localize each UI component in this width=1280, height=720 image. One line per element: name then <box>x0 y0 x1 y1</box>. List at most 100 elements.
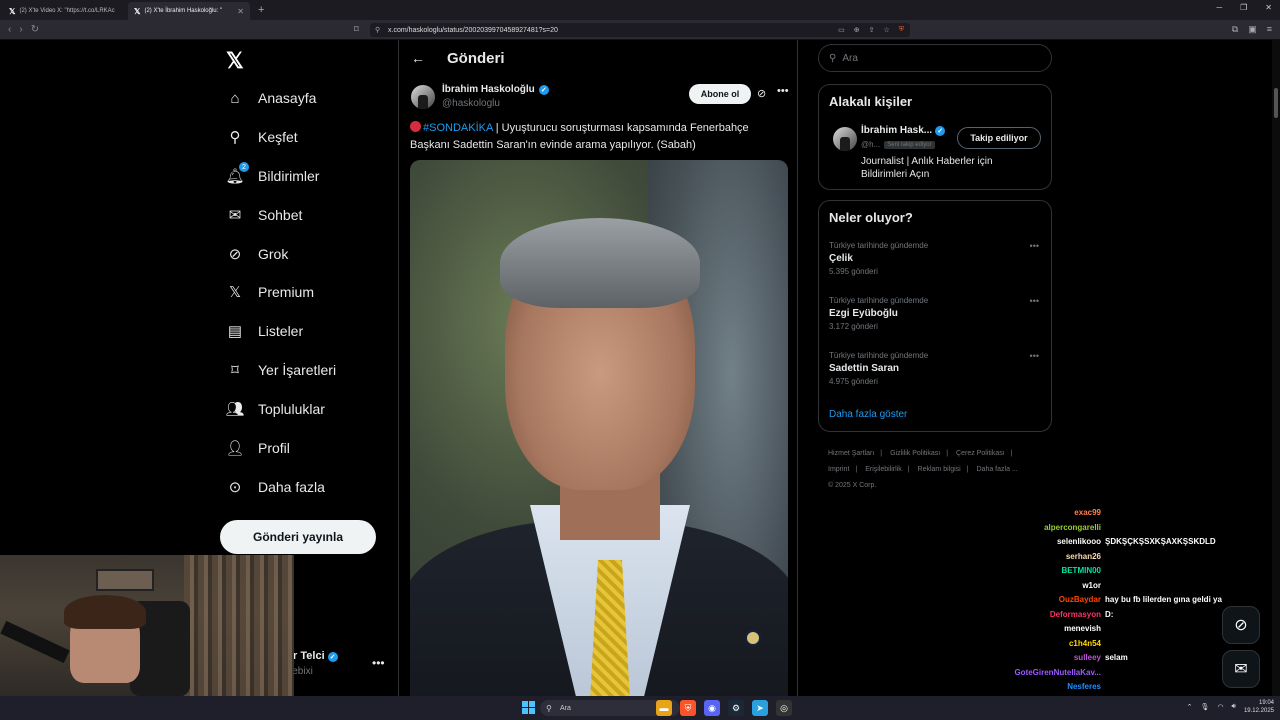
trend-context: Türkiye tarihinde gündemde <box>829 351 929 360</box>
nav-item-chat[interactable]: ✉ Sohbet <box>226 201 303 229</box>
nav-item-lists[interactable]: ▤ Listeler <box>226 317 303 345</box>
post-image[interactable] <box>410 160 788 696</box>
trend-item[interactable]: Türkiye tarihinde gündemde Çelik 5.395 g… <box>829 241 1043 276</box>
chat-username[interactable]: Deformasyon <box>990 610 1105 625</box>
nav-item-bookmarks[interactable]: ⌑ Yer İşaretleri <box>226 356 336 384</box>
sidebar-icon[interactable]: ▣ <box>1248 24 1257 35</box>
nav-item-communities[interactable]: 👥︎ Topluluklar <box>225 395 324 423</box>
trend-count: 3.172 gönderi <box>829 322 878 331</box>
trend-item[interactable]: Türkiye tarihinde gündemde Ezgi Eyüboğlu… <box>829 296 1043 331</box>
brave-browser-icon[interactable]: ⛨ <box>680 700 696 716</box>
chat-username[interactable]: serhan26 <box>990 552 1105 567</box>
bookmark-star-icon[interactable]: ☆ <box>883 26 889 34</box>
chat-username[interactable]: Nesferes <box>990 682 1105 697</box>
system-tray: ⌃ 🎙︎ ◠ 🔊︎ 19:04 19.12.2025 <box>1187 699 1274 715</box>
trend-item[interactable]: Türkiye tarihinde gündemde Sadettin Sara… <box>829 351 1043 386</box>
chat-username[interactable]: OuzBaydar <box>990 595 1105 610</box>
nav-item-grok[interactable]: ⊘ Grok <box>226 240 289 268</box>
new-tab-button[interactable]: + <box>258 4 264 16</box>
tray-expand-icon[interactable]: ⌃ <box>1187 703 1193 711</box>
extensions-icon[interactable]: ⧉ <box>1232 24 1238 35</box>
x-logo-icon[interactable]: 𝕏 <box>226 48 244 74</box>
nav-item-more[interactable]: ⊙ Daha fazla <box>226 473 325 501</box>
brave-shield-icon[interactable]: ⛨ <box>899 26 904 34</box>
wifi-icon[interactable]: ◠ <box>1217 703 1223 711</box>
restore-icon[interactable]: ❐ <box>1240 3 1247 12</box>
bookmark-page-icon[interactable]: ⌑ <box>354 24 359 35</box>
more-icon[interactable]: ••• <box>777 85 789 97</box>
nav-item-notifications[interactable]: 🔔︎ 2 Bildirimler <box>225 162 320 190</box>
obs-icon[interactable]: ◎ <box>776 700 792 716</box>
footer-link[interactable]: Gizlilik Politikası <box>890 450 940 457</box>
steam-icon[interactable]: ⚙ <box>728 700 744 716</box>
nav-item-home[interactable]: ⌂ Anasayfa <box>226 84 316 112</box>
browser-tab[interactable]: 𝕏 (2) X'te Video X: "https://t.co/LRKAc <box>3 2 125 20</box>
tab-label: (2) X'te Video X: "https://t.co/LRKAc <box>19 8 115 14</box>
author-handle[interactable]: @haskologlu <box>442 98 500 109</box>
chat-username[interactable]: menevish <box>990 624 1105 639</box>
author-name[interactable]: İbrahim Haskoloğlu ✓ <box>442 84 549 95</box>
site-info-icon[interactable]: ⚲ <box>375 26 380 34</box>
search-input[interactable]: ⚲ Ara <box>818 44 1052 72</box>
chat-username[interactable]: alpercongarelli <box>990 523 1105 538</box>
stream-chat: exac99 alpercongarelli selenlikooo ŞDKŞÇKŞS… <box>990 508 1260 720</box>
chat-username[interactable]: GoteGirenNutellaKav... <box>990 668 1105 683</box>
chat-username[interactable]: selenlikooo <box>990 537 1105 552</box>
close-tab-icon[interactable]: ✕ <box>237 7 244 16</box>
forward-nav-icon[interactable]: › <box>19 24 22 35</box>
url-field[interactable]: ⚲ x.com/haskologlu/status/20020399704589… <box>370 23 910 37</box>
clock[interactable]: 19:04 19.12.2025 <box>1244 699 1274 715</box>
account-switcher[interactable]: ır Telci ✓ lebixi ••• <box>290 650 385 677</box>
following-button[interactable]: Takip ediliyor <box>957 127 1041 149</box>
panel-title: Alakalı kişiler <box>829 94 913 109</box>
mic-icon[interactable]: 🎙︎ <box>1201 703 1210 711</box>
image-hair <box>500 218 700 308</box>
scrollbar-thumb[interactable] <box>1274 88 1278 118</box>
post-button[interactable]: Gönderi yayınla <box>220 520 376 554</box>
related-name[interactable]: İbrahim Hask... ✓ <box>861 125 946 136</box>
discord-icon[interactable]: ◉ <box>704 700 720 716</box>
grok-icon[interactable]: ⊘ <box>757 87 766 100</box>
show-more-link[interactable]: Daha fazla göster <box>829 409 907 420</box>
more-icon[interactable]: ••• <box>1030 296 1039 306</box>
menu-icon[interactable]: ≡ <box>1267 24 1272 35</box>
subscribe-button[interactable]: Abone ol <box>689 84 751 104</box>
grok-floating-button[interactable]: ⊘ <box>1222 606 1260 644</box>
chat-username[interactable]: sulleey <box>990 653 1105 668</box>
file-explorer-icon[interactable]: ▬ <box>656 700 672 716</box>
windows-start-icon[interactable] <box>522 701 535 714</box>
volume-icon[interactable]: 🔊︎ <box>1232 703 1236 711</box>
close-window-icon[interactable]: ✕ <box>1265 3 1272 12</box>
zoom-icon[interactable]: ⊕ <box>854 26 860 34</box>
author-avatar[interactable] <box>411 85 435 109</box>
back-arrow-icon[interactable]: ← <box>411 50 425 66</box>
footer-link[interactable]: Reklam bilgisi <box>918 466 961 473</box>
chat-username[interactable]: exac99 <box>990 508 1105 523</box>
footer-link[interactable]: Daha fazla ... <box>977 466 1018 473</box>
scrollbar[interactable] <box>1272 40 1280 696</box>
chat-username[interactable]: w1or <box>990 581 1105 596</box>
chat-username[interactable]: c1h4n54 <box>990 639 1105 654</box>
share-icon[interactable]: ⇪ <box>869 26 875 34</box>
related-avatar[interactable] <box>833 127 857 151</box>
hashtag-link[interactable]: #SONDAKİKA <box>423 122 493 134</box>
footer-link[interactable]: Hizmet Şartları <box>828 450 874 457</box>
footer-link[interactable]: Imprint <box>828 466 849 473</box>
chat-username[interactable]: BETMIN00 <box>990 566 1105 581</box>
nav-item-premium[interactable]: 𝕏 Premium <box>226 278 314 306</box>
more-icon[interactable]: ••• <box>1030 351 1039 361</box>
back-nav-icon[interactable]: ‹ <box>8 24 11 35</box>
minimize-icon[interactable]: ─ <box>1216 3 1222 12</box>
nav-item-label: Bildirimler <box>258 168 320 184</box>
reader-icon[interactable]: ▭ <box>838 26 845 34</box>
more-icon[interactable]: ••• <box>1030 241 1039 251</box>
more-icon[interactable]: ••• <box>372 656 385 670</box>
nav-item-profile[interactable]: 👤︎ Profil <box>225 434 289 462</box>
nav-item-explore[interactable]: ⚲ Keşfet <box>226 123 298 151</box>
messages-floating-button[interactable]: ✉ <box>1222 650 1260 688</box>
telegram-icon[interactable]: ➤ <box>752 700 768 716</box>
footer-link[interactable]: Çerez Politikası <box>956 450 1005 457</box>
footer-link[interactable]: Erişilebilirlik <box>865 466 902 473</box>
browser-tab-active[interactable]: 𝕏 (2) X'te İbrahim Haskoloğlu: " ✕ <box>128 2 250 20</box>
reload-icon[interactable]: ↻ <box>31 24 39 35</box>
